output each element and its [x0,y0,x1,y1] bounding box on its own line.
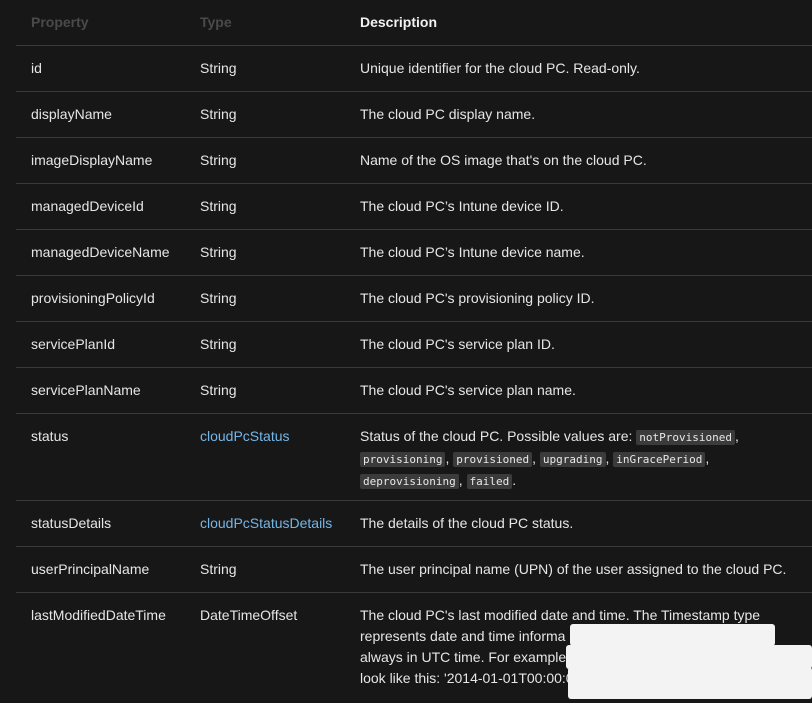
property-description: The cloud PC's provisioning policy ID. [360,290,595,306]
property-name: displayName [31,106,112,122]
status-value-ingraceperiod: inGracePeriod [613,452,706,467]
property-name: servicePlanId [31,336,116,352]
status-description-text: Status of the cloud PC. Possible values … [360,428,633,444]
cloudpcstatusdetails-link[interactable]: cloudPcStatusDetails [200,513,355,534]
property-description: The cloud PC's service plan ID. [360,336,555,352]
table-row: managedDeviceName String The cloud PC’s … [16,230,812,276]
table-row: imageDisplayName String Name of the OS i… [16,138,812,184]
status-value-deprovisioning: deprovisioning [360,474,459,489]
cloudpcstatus-link[interactable]: cloudPcStatus [200,426,355,447]
property-name: id [31,60,42,76]
table-row-status: status cloudPcStatus Status of the cloud… [16,414,812,501]
property-type: String [200,290,237,306]
header-type: Type [200,14,232,30]
obstruction-overlay [570,624,775,646]
status-value-notprovisioned: notProvisioned [636,430,735,445]
property-name: lastModifiedDateTime [31,607,166,623]
status-value-upgrading: upgrading [539,452,606,467]
status-value-failed: failed [466,474,513,489]
properties-table: Property Type Description id String Uniq… [16,0,812,703]
property-name: managedDeviceName [31,244,170,260]
status-value-provisioned: provisioned [453,452,533,467]
property-type: String [200,198,237,214]
property-type: String [200,106,237,122]
property-name: provisioningPolicyId [31,290,155,306]
status-description: Status of the cloud PC. Possible values … [360,428,739,489]
table-row: provisioningPolicyId String The cloud PC… [16,276,812,322]
property-description: The details of the cloud PC status. [360,515,574,531]
table-row: displayName String The cloud PC display … [16,92,812,138]
property-description: The cloud PC’s Intune device ID. [360,198,564,214]
header-description: Description [360,14,438,30]
property-name: status [31,428,69,444]
property-name: managedDeviceId [31,198,144,214]
table-row-status-details: statusDetails cloudPcStatusDetails The d… [16,501,812,547]
obstruction-overlay [566,645,812,669]
property-type: String [200,244,237,260]
table-header: Property Type Description [16,0,812,46]
table-row: managedDeviceId String The cloud PC’s In… [16,184,812,230]
property-description: The user principal name (UPN) of the use… [360,561,787,577]
status-value-provisioning: provisioning [360,452,446,467]
description-line: The cloud PC's last modified date and ti… [360,607,761,623]
property-type: String [200,382,237,398]
table-row: id String Unique identifier for the clou… [16,46,812,92]
property-description: The cloud PC’s Intune device name. [360,244,585,260]
obstruction-overlay [568,667,812,699]
property-description: Name of the OS image that's on the cloud… [360,152,647,168]
property-type: String [200,152,237,168]
table-row: servicePlanName String The cloud PC's se… [16,368,812,414]
property-description: The cloud PC display name. [360,106,536,122]
table-row-upn: userPrincipalName String The user princi… [16,547,812,593]
property-name: userPrincipalName [31,561,150,577]
property-name: imageDisplayName [31,152,153,168]
property-description: Unique identifier for the cloud PC. Read… [360,60,640,76]
property-type: String [200,561,237,577]
table-row: servicePlanId String The cloud PC's serv… [16,322,812,368]
property-description: The cloud PC's service plan name. [360,382,576,398]
header-property: Property [31,14,89,30]
property-name: servicePlanName [31,382,141,398]
property-type: DateTimeOffset [200,607,298,623]
property-type: String [200,60,237,76]
property-name: statusDetails [31,515,112,531]
property-type: String [200,336,237,352]
